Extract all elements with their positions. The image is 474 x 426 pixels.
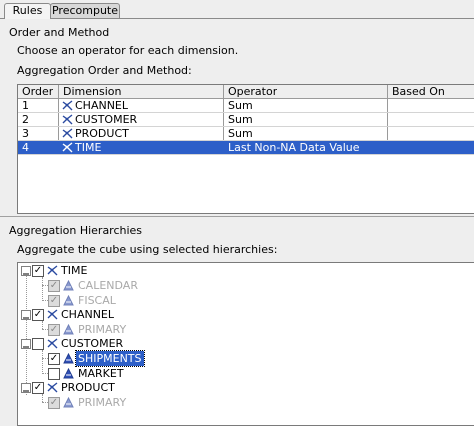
column-header-based-on[interactable]: Based On	[392, 85, 445, 98]
column-header-dimension[interactable]: Dimension	[63, 85, 121, 98]
operator-cell[interactable]: Last Non-NA Data Value	[228, 141, 360, 154]
dimension-icon	[62, 114, 73, 125]
dimension-name: CUSTOMER	[75, 113, 138, 126]
collapse-toggle-icon[interactable]	[21, 383, 31, 393]
table-row[interactable]: 3 PRODUCT Sum	[18, 127, 474, 141]
tree-connector	[42, 321, 43, 329]
collapse-toggle-icon[interactable]	[21, 310, 31, 320]
minus-icon	[23, 390, 29, 392]
tree-label[interactable]: TIME	[61, 263, 87, 278]
tree-connector	[42, 394, 43, 402]
primary-checkbox[interactable]: ✓	[48, 324, 60, 336]
shipments-checkbox[interactable]: ✓	[48, 353, 60, 365]
order-cell: 4	[22, 141, 29, 154]
product-checkbox[interactable]: ✓	[32, 382, 44, 394]
operator-cell[interactable]: Sum	[228, 113, 253, 126]
tab-divider	[0, 18, 474, 19]
dimension-cell: PRODUCT	[62, 127, 129, 140]
dimension-name: PRODUCT	[75, 127, 129, 140]
operator-cell[interactable]: Sum	[228, 127, 253, 140]
table-row[interactable]: 1 CHANNEL Sum	[18, 99, 474, 113]
hierarchy-icon	[63, 280, 74, 291]
dimension-name: TIME	[75, 141, 102, 154]
tree-label[interactable]: PRODUCT	[61, 380, 115, 395]
time-checkbox[interactable]: ✓	[32, 265, 44, 277]
tree-label[interactable]: CALENDAR	[78, 278, 138, 293]
column-header-operator[interactable]: Operator	[228, 85, 277, 98]
aggregation-order-label-text: Aggregation Order and Method:	[17, 64, 192, 77]
operator-cell[interactable]: Sum	[228, 99, 253, 112]
tree-label[interactable]: CHANNEL	[61, 307, 114, 322]
hierarchy-icon	[63, 397, 74, 408]
tree-label[interactable]: FISCAL	[78, 293, 116, 308]
tab-precompute[interactable]: Precompute	[50, 3, 120, 18]
tree-connector	[26, 273, 27, 395]
primary-checkbox[interactable]: ✓	[48, 397, 60, 409]
dimension-icon	[47, 338, 58, 349]
customer-checkbox[interactable]	[32, 338, 44, 350]
tab-rules[interactable]: Rules	[4, 3, 51, 19]
tree-connector	[42, 350, 43, 372]
table-row[interactable]: 2 CUSTOMER Sum	[18, 113, 474, 127]
dimension-cell: TIME	[62, 141, 101, 154]
aggregation-order-label: Aggregation Order and Method:	[17, 64, 192, 77]
tree-label[interactable]: PRIMARY	[78, 322, 126, 337]
channel-checkbox[interactable]: ✓	[32, 309, 44, 321]
hierarchies-instruction: Aggregate the cube using selected hierar…	[17, 243, 278, 256]
dimension-icon	[62, 100, 73, 111]
dimension-icon	[47, 309, 58, 320]
tree-connector	[42, 277, 43, 301]
dimension-icon	[62, 128, 73, 139]
dimension-icon	[47, 382, 58, 393]
order-instruction: Choose an operator for each dimension.	[17, 44, 239, 57]
order-cell: 3	[22, 127, 29, 140]
fiscal-checkbox[interactable]: ✓	[48, 295, 60, 307]
minus-icon	[23, 317, 29, 319]
section-hierarchies-title: Aggregation Hierarchies	[9, 224, 143, 237]
dimension-icon	[47, 265, 58, 276]
tree-label[interactable]: MARKET	[78, 366, 124, 381]
collapse-toggle-icon[interactable]	[21, 339, 31, 349]
hierarchy-tree: ✓ TIME ✓ CALENDAR ✓ FISCAL ✓ CHANNEL ✓ P…	[17, 262, 474, 426]
hierarchy-icon	[63, 368, 74, 379]
order-cell: 1	[22, 99, 29, 112]
column-header-order[interactable]: Order	[22, 85, 53, 98]
table-row-selected[interactable]: 4 TIME Last Non-NA Data Value	[18, 141, 474, 155]
collapse-toggle-icon[interactable]	[21, 266, 31, 276]
tree-label[interactable]: PRIMARY	[78, 395, 126, 410]
hierarchy-icon	[63, 295, 74, 306]
hierarchy-icon	[63, 324, 74, 335]
tree-label-selected[interactable]: SHIPMENTS	[75, 350, 145, 367]
aggregation-table: Order Dimension Operator Based On 1 CHAN…	[17, 84, 474, 214]
dimension-icon	[62, 142, 73, 153]
dimension-name: CHANNEL	[75, 99, 129, 112]
tree-label[interactable]: CUSTOMER	[61, 336, 123, 351]
calendar-checkbox[interactable]: ✓	[48, 280, 60, 292]
order-cell: 2	[22, 113, 29, 126]
section-order-title: Order and Method	[9, 26, 110, 39]
table-header: Order Dimension Operator Based On	[18, 85, 474, 99]
minus-icon	[23, 273, 29, 275]
dimension-cell: CHANNEL	[62, 99, 128, 112]
dimension-cell: CUSTOMER	[62, 113, 137, 126]
section-divider	[0, 216, 474, 217]
minus-icon	[23, 346, 29, 348]
hierarchy-icon	[63, 353, 74, 364]
market-checkbox[interactable]	[48, 368, 60, 380]
